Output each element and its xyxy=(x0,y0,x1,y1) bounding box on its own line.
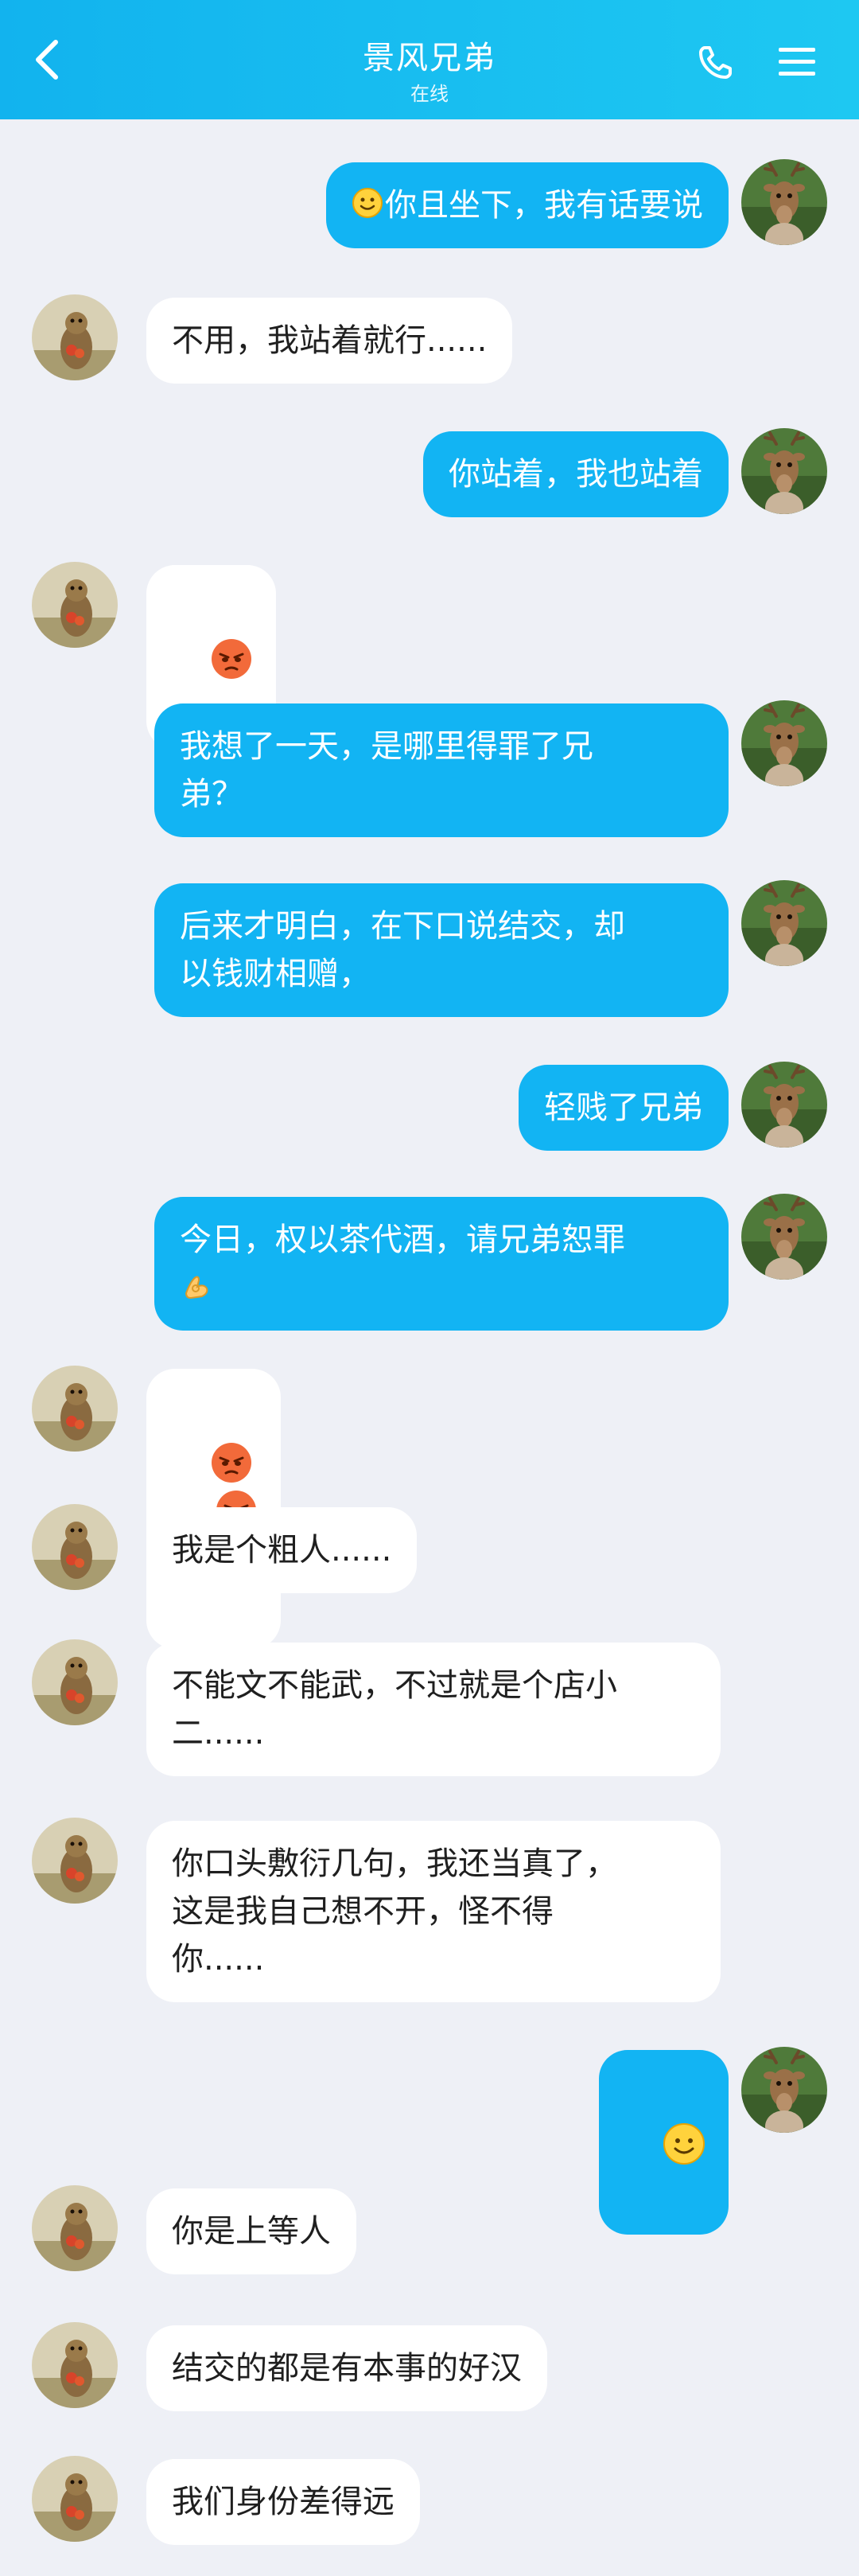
message-bubble[interactable]: 我们身份差得远 xyxy=(146,2459,420,2545)
message-row: 你站着，我也站着 xyxy=(0,428,859,524)
message-row: 后来才明白，在下口说结交，却 以钱财相赠， xyxy=(0,880,859,1023)
my-avatar[interactable] xyxy=(741,159,827,245)
my-avatar[interactable] xyxy=(741,880,827,966)
menu-button[interactable] xyxy=(772,38,822,86)
squirrel-avatar-icon xyxy=(32,1818,118,1904)
message-text: 我是个粗人...... xyxy=(172,1532,392,1569)
squirrel-avatar-icon xyxy=(32,1366,118,1452)
squirrel-avatar-icon xyxy=(32,294,118,380)
contact-avatar[interactable] xyxy=(32,1639,118,1725)
message-bubble[interactable]: 你是上等人 xyxy=(146,2188,356,2274)
my-avatar[interactable] xyxy=(741,1062,827,1148)
squirrel-avatar-icon xyxy=(32,2185,118,2271)
message-text: 你是上等人 xyxy=(172,2213,331,2250)
my-avatar[interactable] xyxy=(741,2047,827,2133)
message-text: 不能文不能武，不过就是个店小 二...... xyxy=(172,1667,617,1752)
squirrel-avatar-icon xyxy=(32,2456,118,2542)
message-text: 你口头敷衍几句，我还当真了， 这是我自己想不开，怪不得 你...... xyxy=(172,1845,617,1978)
message-bubble[interactable]: 你站着，我也站着 xyxy=(423,431,729,517)
my-avatar[interactable] xyxy=(741,700,827,786)
message-text: 后来才明白，在下口说结交，却 以钱财相赠， xyxy=(180,908,625,992)
squirrel-avatar-icon xyxy=(32,562,118,648)
call-button[interactable] xyxy=(692,38,740,86)
message-row: 今日，权以茶代酒，请兄弟恕罪 xyxy=(0,1194,859,1337)
message-text: 我想了一天，是哪里得罪了兄 弟？ xyxy=(180,728,593,813)
message-bubble[interactable]: 后来才明白，在下口说结交，却 以钱财相赠， xyxy=(154,883,729,1017)
contact-avatar[interactable] xyxy=(32,562,118,648)
message-row: 我们身份差得远 xyxy=(0,2456,859,2551)
message-row: 不能文不能武，不过就是个店小 二...... xyxy=(0,1639,859,1783)
smile-emoji-icon xyxy=(352,187,385,224)
angry-face-icon xyxy=(211,1443,251,1483)
squirrel-avatar-icon xyxy=(32,1639,118,1725)
deer-avatar-icon xyxy=(741,159,827,245)
message-bubble[interactable]: 结交的都是有本事的好汉 xyxy=(146,2325,547,2411)
contact-avatar[interactable] xyxy=(32,1366,118,1452)
message-text: 你站着，我也站着 xyxy=(449,456,703,493)
phone-icon xyxy=(699,46,732,79)
deer-avatar-icon xyxy=(741,428,827,514)
message-row: 不用，我站着就行...... xyxy=(0,294,859,390)
message-bubble[interactable]: 不用，我站着就行...... xyxy=(146,298,513,384)
my-avatar[interactable] xyxy=(741,428,827,514)
contact-avatar[interactable] xyxy=(32,1818,118,1904)
chat-header: 景风兄弟 在线 xyxy=(0,0,859,119)
message-row: 你且坐下，我有话要说 xyxy=(0,159,859,255)
message-row: 你是上等人 xyxy=(0,2185,859,2281)
message-bubble[interactable]: 我是个粗人...... xyxy=(146,1507,418,1593)
message-bubble[interactable]: 我想了一天，是哪里得罪了兄 弟？ xyxy=(154,703,729,837)
message-text: 不用，我站着就行...... xyxy=(172,322,488,359)
contact-avatar[interactable] xyxy=(32,2456,118,2542)
message-row: 结交的都是有本事的好汉 xyxy=(0,2322,859,2418)
deer-avatar-icon xyxy=(741,1062,827,1148)
message-bubble[interactable]: 你且坐下，我有话要说 xyxy=(326,162,729,248)
message-text: 你且坐下，我有话要说 xyxy=(385,187,703,224)
message-row xyxy=(0,2047,859,2235)
message-bubble[interactable]: 轻贱了兄弟 xyxy=(519,1065,729,1151)
smile-face-icon xyxy=(663,2123,705,2165)
message-text: 我们身份差得远 xyxy=(172,2484,395,2520)
message-text: 今日，权以茶代酒，请兄弟恕罪 xyxy=(180,1222,625,1258)
hamburger-menu-icon xyxy=(779,48,815,76)
contact-avatar[interactable] xyxy=(32,294,118,380)
message-bubble[interactable]: 你口头敷衍几句，我还当真了， 这是我自己想不开，怪不得 你...... xyxy=(146,1821,721,2002)
message-bubble[interactable]: 今日，权以茶代酒，请兄弟恕罪 xyxy=(154,1197,729,1331)
my-avatar[interactable] xyxy=(741,1194,827,1280)
message-row: 轻贱了兄弟 xyxy=(0,1062,859,1157)
contact-avatar[interactable] xyxy=(32,2185,118,2271)
message-text: 结交的都是有本事的好汉 xyxy=(172,2350,522,2387)
message-text: 轻贱了兄弟 xyxy=(544,1089,703,1126)
deer-avatar-icon xyxy=(741,2047,827,2133)
contact-avatar[interactable] xyxy=(32,2322,118,2408)
message-row xyxy=(0,562,859,750)
message-row: 我是个粗人...... xyxy=(0,1504,859,1600)
message-row: 我想了一天，是哪里得罪了兄 弟？ xyxy=(0,700,859,844)
deer-avatar-icon xyxy=(741,880,827,966)
message-bubble[interactable]: 不能文不能武，不过就是个店小 二...... xyxy=(146,1643,721,1776)
message-row: 你口头敷衍几句，我还当真了， 这是我自己想不开，怪不得 你...... xyxy=(0,1818,859,2009)
angry-face-icon xyxy=(211,639,251,679)
ok-hand-emoji-icon xyxy=(180,1269,213,1306)
squirrel-avatar-icon xyxy=(32,2322,118,2408)
deer-avatar-icon xyxy=(741,700,827,786)
message-row xyxy=(0,1366,859,1649)
contact-avatar[interactable] xyxy=(32,1504,118,1590)
squirrel-avatar-icon xyxy=(32,1504,118,1590)
deer-avatar-icon xyxy=(741,1194,827,1280)
